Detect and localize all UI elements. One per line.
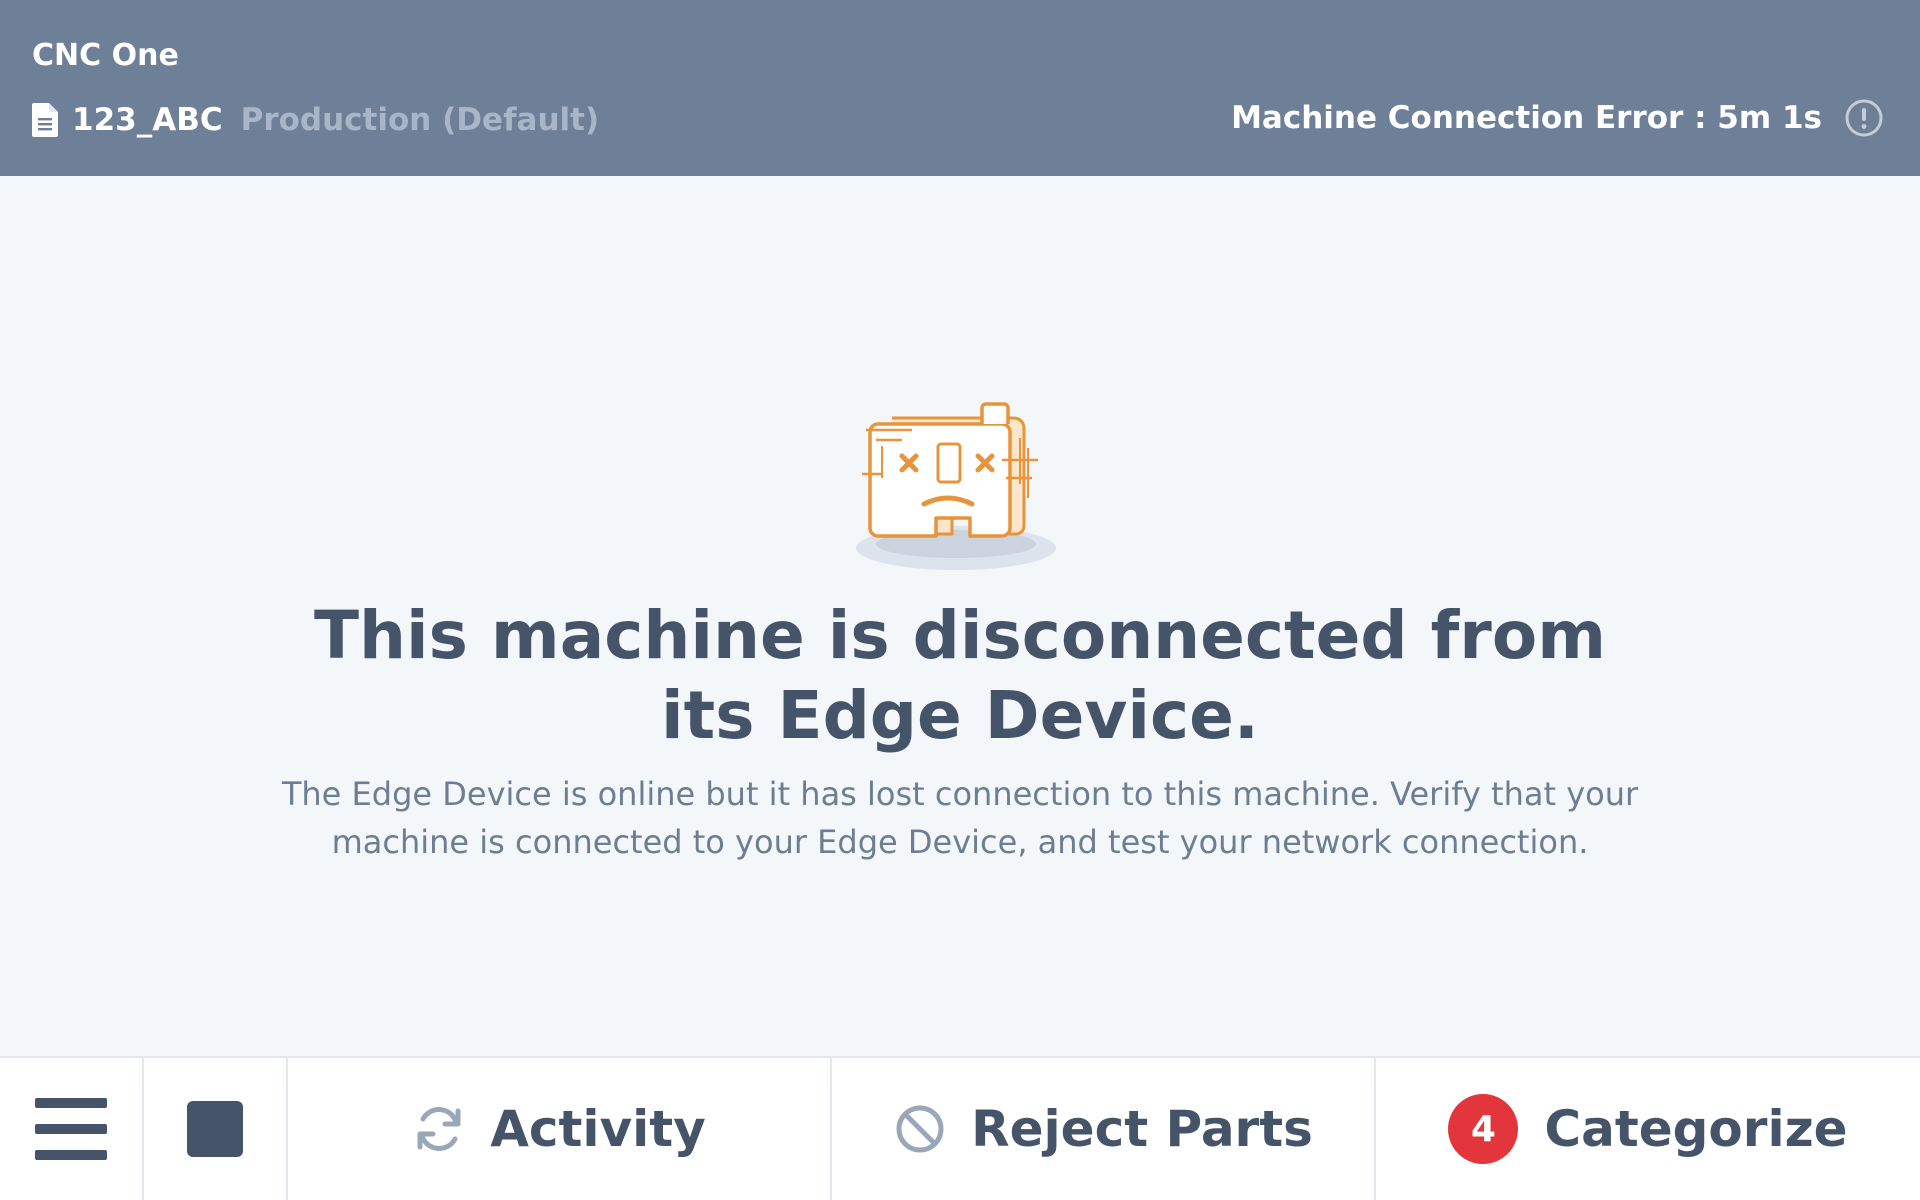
machine-name: CNC One <box>32 38 179 73</box>
job-id: 123_ABC <box>72 102 223 138</box>
job-info: 123_ABC Production (Default) <box>32 98 599 142</box>
bottom-toolbar: Activity Reject Parts 4 Categorize <box>0 1056 1920 1200</box>
disconnected-machine-illustration <box>856 402 1056 570</box>
refresh-icon <box>417 1107 461 1151</box>
activity-button[interactable]: Activity <box>288 1058 832 1200</box>
reject-parts-button[interactable]: Reject Parts <box>832 1058 1376 1200</box>
stop-button[interactable] <box>144 1058 288 1200</box>
stop-icon <box>187 1101 243 1157</box>
categorize-label: Categorize <box>1544 1100 1848 1158</box>
alert-circle-icon[interactable] <box>1844 98 1884 138</box>
disconnected-panel: This machine is disconnected from its Ed… <box>0 176 1920 1056</box>
document-icon <box>32 103 58 137</box>
header: CNC One 123_ABC Production (Default) Mac… <box>0 0 1920 176</box>
categorize-button[interactable]: 4 Categorize <box>1376 1058 1920 1200</box>
prohibited-icon <box>896 1105 944 1153</box>
connection-status[interactable]: Machine Connection Error : 5m 1s <box>1231 96 1884 140</box>
job-mode: Production (Default) <box>240 102 600 138</box>
page-title: This machine is disconnected from its Ed… <box>314 597 1606 754</box>
hamburger-menu-icon <box>35 1098 107 1160</box>
connection-error-text: Machine Connection Error : 5m 1s <box>1231 100 1822 136</box>
reject-parts-label: Reject Parts <box>971 1100 1313 1158</box>
error-description: The Edge Device is online but it has los… <box>281 775 1639 861</box>
activity-label: Activity <box>490 1100 706 1158</box>
menu-button[interactable] <box>0 1058 144 1200</box>
categorize-count-badge: 4 <box>1448 1094 1519 1164</box>
